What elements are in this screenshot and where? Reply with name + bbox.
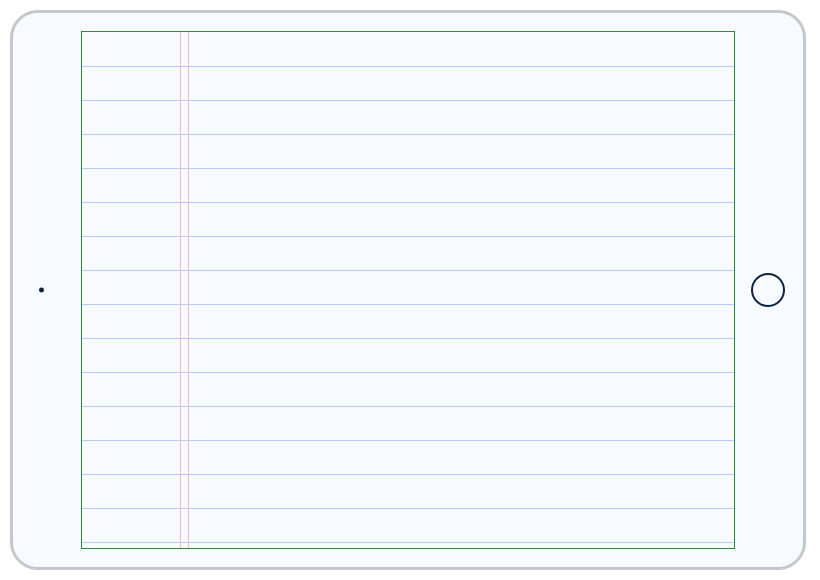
home-button[interactable] xyxy=(751,273,785,307)
margin-line-right xyxy=(188,32,189,548)
tablet-device-frame xyxy=(10,10,806,570)
tablet-screen xyxy=(81,31,735,549)
lined-paper-sheet xyxy=(81,31,735,549)
front-camera-icon xyxy=(39,288,44,293)
margin-line-left xyxy=(180,32,181,548)
